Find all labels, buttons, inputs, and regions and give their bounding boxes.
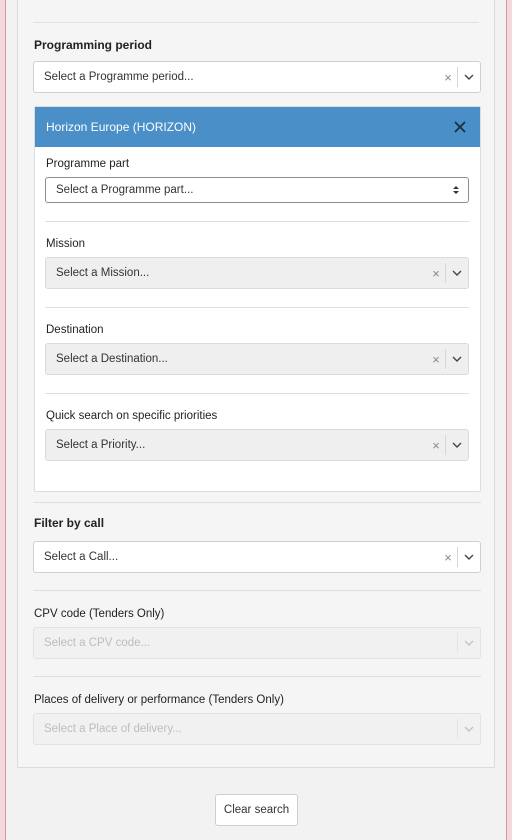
clear-search-button[interactable]: Clear search — [215, 794, 298, 826]
chevron-down-icon[interactable] — [458, 554, 480, 560]
divider — [45, 393, 469, 394]
chevron-down-icon[interactable] — [446, 442, 468, 448]
delivery-placeholder: Select a Place of delivery... — [44, 723, 182, 735]
divider — [33, 22, 479, 23]
cpv-code-placeholder: Select a CPV code... — [44, 637, 151, 649]
divider — [33, 502, 481, 503]
clear-icon[interactable]: × — [439, 550, 457, 565]
priority-placeholder: Select a Priority... — [56, 439, 146, 451]
divider — [33, 590, 481, 591]
clear-icon[interactable]: × — [427, 438, 445, 453]
clear-icon[interactable]: × — [427, 352, 445, 367]
programme-period-select[interactable]: Select a Programme period... × — [33, 61, 481, 93]
delivery-select[interactable]: Select a Place of delivery... — [33, 713, 481, 745]
chevron-down-icon[interactable] — [446, 356, 468, 362]
call-select[interactable]: Select a Call... × — [33, 541, 481, 573]
filter-by-call-title: Filter by call — [34, 516, 105, 530]
chevron-down-icon — [458, 640, 480, 646]
divider — [45, 221, 469, 222]
chevron-down-icon[interactable] — [446, 270, 468, 276]
priority-label: Quick search on specific priorities — [46, 410, 218, 422]
programme-part-label: Programme part — [46, 158, 130, 170]
programming-period-title: Programming period — [34, 38, 153, 52]
horizon-card-header: Horizon Europe (HORIZON) — [35, 107, 480, 147]
mission-select[interactable]: Select a Mission... × — [45, 257, 469, 289]
close-icon[interactable] — [452, 119, 468, 135]
programme-period-placeholder: Select a Programme period... — [44, 71, 194, 83]
call-placeholder: Select a Call... — [44, 551, 119, 563]
programme-part-placeholder: Select a Programme part... — [56, 184, 194, 196]
priority-select[interactable]: Select a Priority... × — [45, 429, 469, 461]
clear-icon[interactable]: × — [427, 266, 445, 281]
programme-part-select[interactable]: Select a Programme part... — [45, 177, 469, 203]
clear-icon[interactable]: × — [439, 70, 457, 85]
mission-label: Mission — [46, 238, 85, 250]
horizon-card-title: Horizon Europe (HORIZON) — [46, 120, 197, 134]
sort-arrows-icon — [444, 185, 468, 195]
cpv-code-select[interactable]: Select a CPV code... — [33, 627, 481, 659]
destination-placeholder: Select a Destination... — [56, 353, 168, 365]
delivery-label: Places of delivery or performance (Tende… — [34, 694, 284, 706]
chevron-down-icon[interactable] — [458, 74, 480, 80]
cpv-code-label: CPV code (Tenders Only) — [34, 608, 165, 620]
destination-label: Destination — [46, 324, 104, 336]
divider — [45, 307, 469, 308]
divider — [33, 676, 481, 677]
mission-placeholder: Select a Mission... — [56, 267, 150, 279]
destination-select[interactable]: Select a Destination... × — [45, 343, 469, 375]
chevron-down-icon — [458, 726, 480, 732]
